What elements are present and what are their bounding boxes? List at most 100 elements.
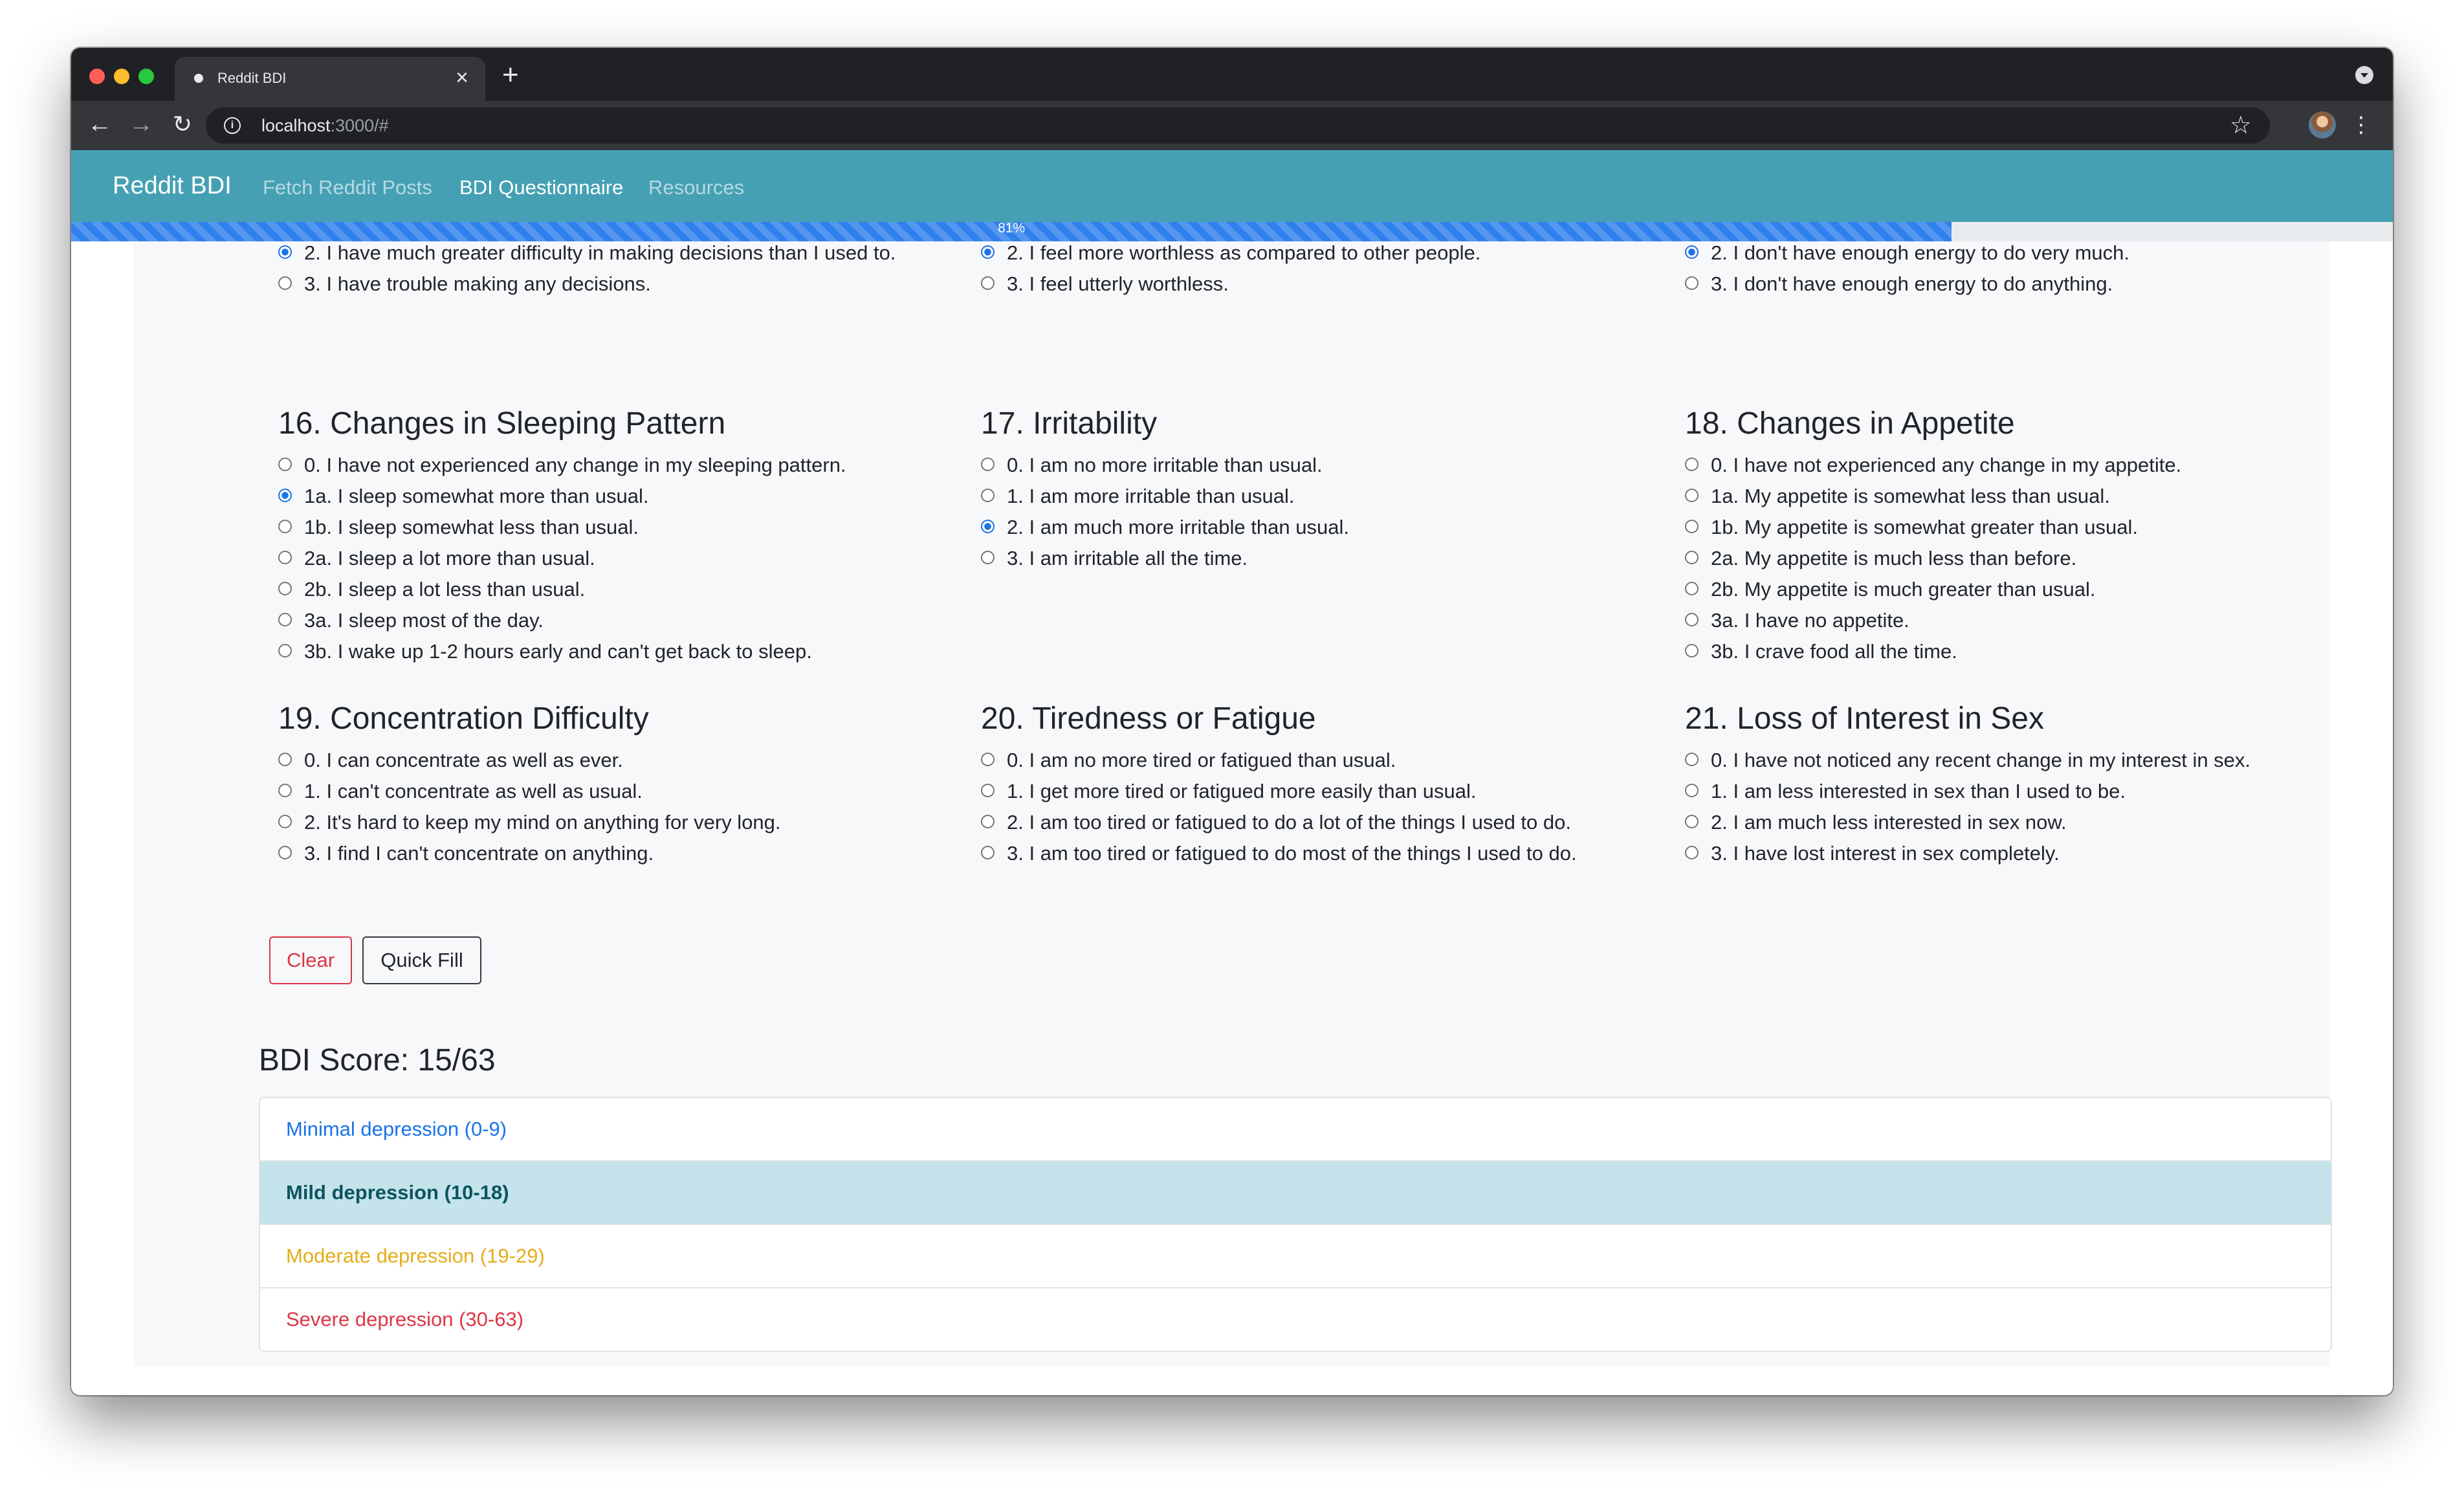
radio-button[interactable] [278,276,292,290]
radio-button[interactable] [1685,613,1699,626]
radio-button[interactable] [1685,753,1699,766]
answer-option[interactable]: 3a. I have no appetite. [1685,605,2371,636]
answer-option[interactable]: 2b. I sleep a lot less than usual. [278,574,964,605]
radio-button[interactable] [1685,458,1699,471]
option-label: 1. I am less interested in sex than I us… [1711,780,2126,802]
nav-link-fetch-posts[interactable]: Fetch Reddit Posts [263,176,432,199]
option-label: 2a. I sleep a lot more than usual. [304,547,595,569]
radio-button[interactable] [1685,276,1699,290]
answer-option[interactable]: 3. I don't have enough energy to do anyt… [1685,269,2371,300]
nav-link-resources[interactable]: Resources [648,176,744,199]
answer-option[interactable]: 1b. I sleep somewhat less than usual. [278,512,964,543]
browser-toolbar: ← → ↻ i localhost:3000/# ☆ ⋮ [71,101,2393,150]
radio-button[interactable] [278,551,292,564]
radio-button[interactable] [1685,489,1699,502]
radio-button[interactable] [1685,815,1699,828]
answer-option[interactable]: 1. I am more irritable than usual. [981,481,1667,512]
radio-button[interactable] [278,489,292,502]
question-title: 21. Loss of Interest in Sex [1685,701,2044,736]
radio-button[interactable] [1685,846,1699,859]
answer-option[interactable]: 3. I feel utterly worthless. [981,269,1667,300]
radio-button[interactable] [981,784,995,797]
radio-button[interactable] [1685,582,1699,595]
answer-option[interactable]: 1. I can't concentrate as well as usual. [278,776,964,807]
answer-option[interactable]: 2. I have much greater difficulty in mak… [278,241,964,269]
radio-button[interactable] [278,458,292,471]
maximize-window-icon[interactable] [138,69,154,84]
radio-button[interactable] [278,753,292,766]
radio-button[interactable] [1685,245,1699,259]
browser-menu-icon[interactable]: ⋮ [2350,109,2372,141]
radio-button[interactable] [981,520,995,533]
answer-option[interactable]: 3. I find I can't concentrate on anythin… [278,838,964,869]
answer-option[interactable]: 1. I get more tired or fatigued more eas… [981,776,1667,807]
bookmark-star-icon[interactable]: ☆ [2230,113,2252,138]
question-title: 16. Changes in Sleeping Pattern [278,406,726,441]
answer-option[interactable]: 2. I don't have enough energy to do very… [1685,241,2371,269]
answer-option[interactable]: 2. I am much less interested in sex now. [1685,807,2371,838]
answer-option[interactable]: 2a. I sleep a lot more than usual. [278,543,964,574]
option-label: 3. I am too tired or fatigued to do most… [1007,842,1577,865]
radio-button[interactable] [1685,784,1699,797]
browser-tab[interactable]: Reddit BDI × [175,57,485,101]
radio-button[interactable] [1685,520,1699,533]
new-tab-icon[interactable]: + [502,60,519,91]
answer-option[interactable]: 2. I am much more irritable than usual. [981,512,1667,543]
radio-button[interactable] [278,644,292,657]
radio-button[interactable] [981,551,995,564]
answer-option[interactable]: 2. I feel more worthless as compared to … [981,241,1667,269]
answer-option[interactable]: 2b. My appetite is much greater than usu… [1685,574,2371,605]
radio-button[interactable] [981,458,995,471]
radio-button[interactable] [278,815,292,828]
radio-button[interactable] [981,846,995,859]
profile-avatar[interactable] [2309,111,2336,138]
back-arrow-icon[interactable]: ← [85,110,114,138]
radio-button[interactable] [1685,644,1699,657]
radio-button[interactable] [278,784,292,797]
answer-option[interactable]: 3. I am too tired or fatigued to do most… [981,838,1667,869]
radio-button[interactable] [1685,551,1699,564]
answer-option[interactable]: 3. I am irritable all the time. [981,543,1667,574]
answer-option[interactable]: 0. I am no more irritable than usual. [981,450,1667,481]
answer-option[interactable]: 1b. My appetite is somewhat greater than… [1685,512,2371,543]
answer-option[interactable]: 2. I am too tired or fatigued to do a lo… [981,807,1667,838]
forward-arrow-icon[interactable]: → [127,110,155,138]
minimize-window-icon[interactable] [114,69,129,84]
answer-option[interactable]: 1a. I sleep somewhat more than usual. [278,481,964,512]
nav-link-bdi-questionnaire[interactable]: BDI Questionnaire [459,176,623,199]
answer-option[interactable]: 0. I am no more tired or fatigued than u… [981,745,1667,776]
reload-icon[interactable]: ↻ [168,110,197,138]
answer-option[interactable]: 0. I have not experienced any change in … [1685,450,2371,481]
radio-button[interactable] [981,489,995,502]
radio-button[interactable] [278,613,292,626]
answer-option[interactable]: 1a. My appetite is somewhat less than us… [1685,481,2371,512]
radio-button[interactable] [981,276,995,290]
close-window-icon[interactable] [89,69,105,84]
answer-option[interactable]: 0. I can concentrate as well as ever. [278,745,964,776]
answer-option[interactable]: 2. It's hard to keep my mind on anything… [278,807,964,838]
answer-option[interactable]: 0. I have not experienced any change in … [278,450,964,481]
radio-button[interactable] [981,753,995,766]
tab-close-icon[interactable]: × [456,65,468,91]
navbar-brand[interactable]: Reddit BDI [113,172,232,200]
clear-button[interactable]: Clear [269,936,352,984]
radio-button[interactable] [278,520,292,533]
radio-button[interactable] [981,245,995,259]
address-bar[interactable]: i localhost:3000/# ☆ [206,107,2270,144]
tab-search-icon[interactable] [2355,66,2373,84]
radio-button[interactable] [278,245,292,259]
answer-option[interactable]: 3b. I crave food all the time. [1685,636,2371,667]
quick-fill-button[interactable]: Quick Fill [362,936,481,984]
answer-option[interactable]: 3b. I wake up 1-2 hours early and can't … [278,636,964,667]
answer-option[interactable]: 2a. My appetite is much less than before… [1685,543,2371,574]
answer-option[interactable]: 3a. I sleep most of the day. [278,605,964,636]
answer-option[interactable]: 1. I am less interested in sex than I us… [1685,776,2371,807]
answer-option[interactable]: 0. I have not noticed any recent change … [1685,745,2371,776]
radio-button[interactable] [278,582,292,595]
answer-option[interactable]: 3. I have trouble making any decisions. [278,269,964,300]
question-16: 16. Changes in Sleeping Pattern 0. I hav… [278,406,964,667]
radio-button[interactable] [981,815,995,828]
radio-button[interactable] [278,846,292,859]
answer-option[interactable]: 3. I have lost interest in sex completel… [1685,838,2371,869]
site-info-icon[interactable]: i [224,117,241,134]
